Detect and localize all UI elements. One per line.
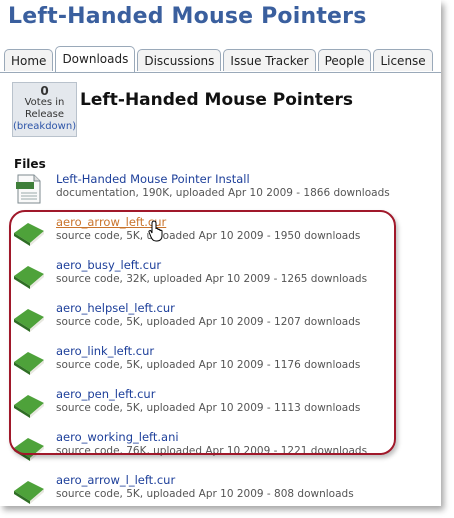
tab-people[interactable]: People bbox=[317, 49, 372, 71]
tab-license[interactable]: License bbox=[373, 49, 433, 71]
file-item: aero_arrow_l_left.cur source code, 5K, u… bbox=[12, 473, 432, 506]
vote-box: 0 Votes in Release (breakdown) bbox=[12, 82, 77, 137]
tab-divider bbox=[0, 72, 441, 73]
document-icon bbox=[16, 174, 41, 204]
file-link[interactable]: Left-Handed Mouse Pointer Install bbox=[56, 172, 250, 186]
tab-discussions[interactable]: Discussions bbox=[137, 49, 222, 71]
vote-count: 0 bbox=[40, 84, 49, 98]
tab-bar: Home Downloads Discussions Issue Tracker… bbox=[4, 46, 435, 72]
breakdown-link[interactable]: (breakdown) bbox=[13, 121, 76, 132]
highlight-outline bbox=[9, 210, 396, 455]
page-title: Left-Handed Mouse Pointers bbox=[8, 4, 367, 29]
tab-downloads[interactable]: Downloads bbox=[55, 46, 136, 72]
vote-label-line1: Votes in bbox=[24, 97, 65, 108]
file-meta: source code, 5K, uploaded Apr 10 2009 - … bbox=[56, 488, 354, 500]
file-link[interactable]: aero_arrow_l_left.cur bbox=[56, 473, 175, 487]
file-item: Left-Handed Mouse Pointer Install docume… bbox=[12, 172, 432, 212]
browser-frame: Left-Handed Mouse Pointers Home Download… bbox=[0, 0, 441, 506]
files-heading: Files bbox=[14, 157, 46, 171]
hand-cursor-icon bbox=[148, 220, 163, 242]
vote-label-line2: Release bbox=[24, 109, 65, 120]
book-icon bbox=[14, 481, 44, 504]
project-name: Left-Handed Mouse Pointers bbox=[80, 90, 354, 110]
tab-issue-tracker[interactable]: Issue Tracker bbox=[223, 49, 316, 71]
file-meta: documentation, 190K, uploaded Apr 10 200… bbox=[56, 187, 390, 199]
tab-home[interactable]: Home bbox=[4, 49, 54, 71]
